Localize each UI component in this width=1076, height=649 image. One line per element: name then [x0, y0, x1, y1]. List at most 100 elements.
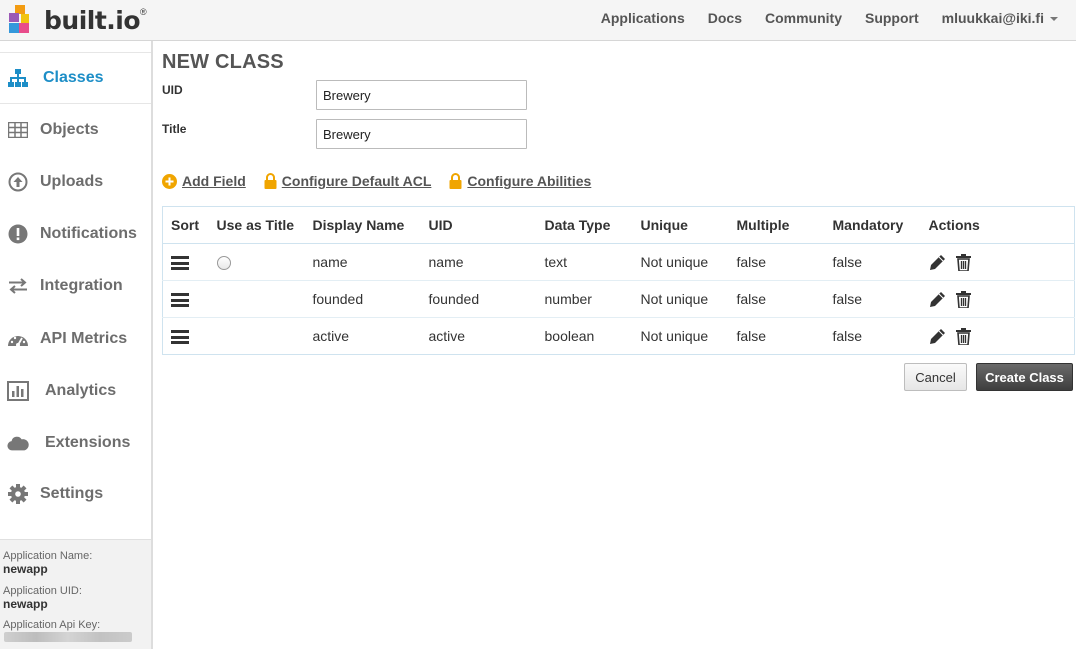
alert-icon [7, 223, 29, 245]
cell-display-name: founded [304, 280, 421, 318]
sidebar-item-label: API Metrics [40, 330, 128, 347]
configure-abilities-label: Configure Abilities [467, 173, 592, 189]
sidebar-item-extensions[interactable]: Extensions [0, 417, 151, 469]
nav-docs[interactable]: Docs [708, 10, 742, 26]
cell-unique: Not unique [632, 243, 729, 281]
app-api-key-redacted [4, 632, 132, 642]
create-class-button[interactable]: Create Class [976, 363, 1073, 391]
trash-icon[interactable] [955, 327, 971, 345]
bar-chart-icon [7, 380, 29, 402]
sidebar-item-label: Notifications [40, 225, 137, 242]
nav-applications[interactable]: Applications [601, 10, 685, 26]
cloud-icon [7, 432, 29, 454]
pencil-icon[interactable] [929, 254, 946, 271]
col-header-display-name: Display Name [304, 206, 421, 244]
app-uid-value: newapp [3, 597, 48, 611]
app-name-value: newapp [3, 562, 48, 576]
sidebar-item-classes[interactable]: Classes [0, 52, 151, 104]
cell-use-as-title [208, 317, 305, 355]
user-email: mluukkai@iki.fi [941, 10, 1044, 26]
sidebar-item-uploads[interactable]: Uploads [0, 156, 151, 208]
table-icon [7, 119, 29, 141]
cell-multiple: false [728, 317, 825, 355]
cell-data-type: text [536, 243, 633, 281]
plus-circle-icon [162, 173, 177, 189]
drag-handle-icon[interactable] [171, 293, 189, 308]
sitemap-icon [7, 67, 29, 89]
cell-data-type: boolean [536, 317, 633, 355]
nav-community[interactable]: Community [765, 10, 842, 26]
uid-label: UID [162, 83, 183, 97]
row-actions [929, 327, 971, 345]
cell-mandatory: false [824, 243, 921, 281]
col-header-unique: Unique [632, 206, 729, 244]
sidebar-item-label: Analytics [45, 382, 117, 399]
trash-icon[interactable] [955, 253, 971, 271]
table-row: name name text Not unique false false [162, 243, 1075, 281]
app-name-label: Application Name: [3, 550, 93, 562]
col-header-uid: UID [420, 206, 537, 244]
title-input[interactable] [316, 119, 527, 149]
table-row: founded founded number Not unique false … [162, 280, 1075, 318]
configure-abilities-link[interactable]: Configure Abilities [449, 173, 591, 189]
brand-logo[interactable]: built.io ® [6, 2, 147, 38]
pencil-icon[interactable] [929, 291, 946, 308]
sidebar-item-objects[interactable]: Objects [0, 104, 151, 156]
page-title: NEW CLASS [162, 51, 284, 73]
trash-icon[interactable] [955, 290, 971, 308]
col-header-use-as-title: Use as Title [208, 206, 305, 244]
lock-icon [264, 173, 277, 189]
add-field-link[interactable]: Add Field [162, 173, 246, 189]
sidebar-item-integration[interactable]: Integration [0, 260, 151, 312]
drag-handle-icon[interactable] [171, 256, 189, 271]
cell-multiple: false [728, 243, 825, 281]
sidebar: Classes Objects Uploads Notifications In… [0, 41, 153, 649]
arrows-icon [7, 275, 29, 297]
use-as-title-radio[interactable] [216, 256, 231, 271]
sidebar-item-label: Classes [43, 69, 104, 86]
lock-icon [449, 173, 462, 189]
cell-display-name: active [304, 317, 421, 355]
sidebar-item-analytics[interactable]: Analytics [0, 365, 151, 417]
configure-default-acl-link[interactable]: Configure Default ACL [264, 173, 432, 189]
cell-uid: founded [420, 280, 537, 318]
cancel-button[interactable]: Cancel [904, 363, 967, 391]
sidebar-item-notifications[interactable]: Notifications [0, 208, 151, 260]
col-header-data-type: Data Type [536, 206, 633, 244]
app-info-panel: Application Name: newapp Application UID… [0, 539, 151, 649]
sidebar-item-settings[interactable]: Settings [0, 468, 151, 520]
cell-use-as-title [208, 280, 305, 318]
cell-uid: name [420, 243, 537, 281]
configure-default-acl-label: Configure Default ACL [281, 173, 432, 189]
sidebar-item-label: Objects [40, 121, 99, 138]
fields-table: Sort Use as Title Display Name UID Data … [162, 206, 1075, 355]
dashboard-icon [7, 328, 29, 350]
field-actions: Add Field Configure Default ACL Configur… [162, 173, 609, 189]
nav-support[interactable]: Support [865, 10, 919, 26]
cubes-logo-icon [9, 5, 29, 33]
user-menu[interactable]: mluukkai@iki.fi [942, 10, 1058, 26]
sidebar-item-label: Settings [40, 485, 104, 502]
cell-multiple: false [728, 280, 825, 318]
sidebar-item-api-metrics[interactable]: API Metrics [0, 313, 151, 365]
cell-mandatory: false [824, 317, 921, 355]
gear-icon [7, 483, 29, 505]
add-field-label: Add Field [182, 173, 246, 189]
col-header-sort: Sort [162, 206, 209, 244]
cell-display-name: name [304, 243, 421, 281]
row-actions [929, 253, 971, 271]
col-header-multiple: Multiple [728, 206, 825, 244]
app-api-key-label: Application Api Key: [3, 619, 101, 631]
pencil-icon[interactable] [929, 328, 946, 345]
sidebar-item-label: Extensions [45, 434, 131, 451]
col-header-actions: Actions [920, 206, 1075, 244]
sidebar-item-label: Uploads [40, 173, 104, 190]
sidebar-item-label: Integration [40, 277, 123, 294]
row-actions [929, 290, 971, 308]
title-label: Title [162, 122, 187, 136]
drag-handle-icon[interactable] [171, 330, 189, 345]
caret-down-icon [1050, 17, 1058, 22]
uid-input[interactable] [316, 80, 527, 110]
cell-uid: active [420, 317, 537, 355]
cell-mandatory: false [824, 280, 921, 318]
